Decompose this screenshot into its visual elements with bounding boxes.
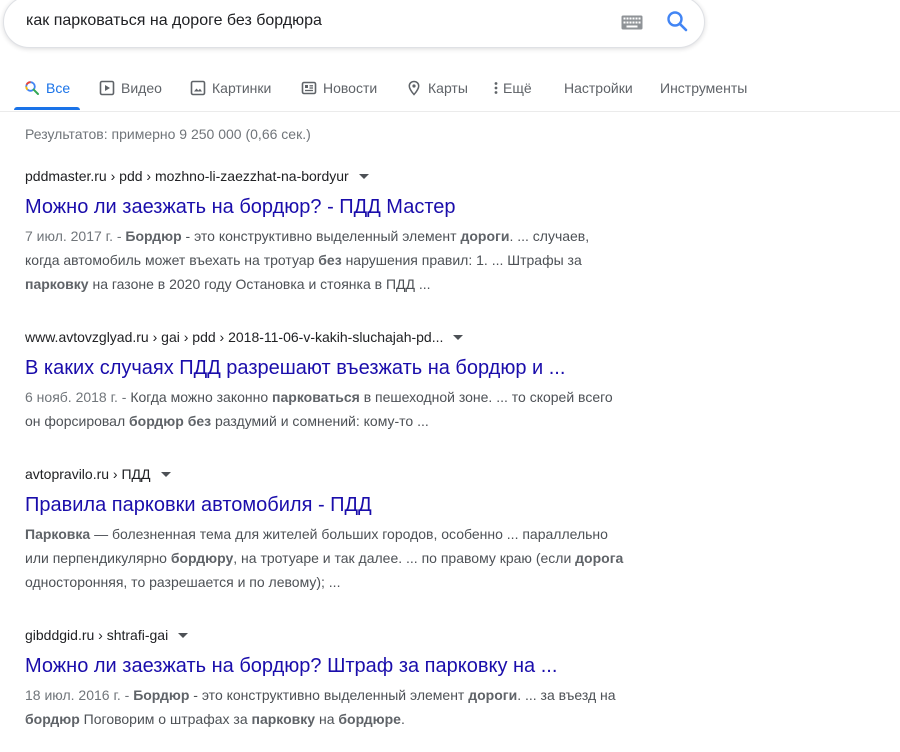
snippet-line: он форсировал бордюр без раздумий и сомн… bbox=[25, 409, 685, 433]
tab-label: Карты bbox=[428, 80, 468, 96]
tab-maps[interactable]: Карты bbox=[406, 74, 468, 102]
more-vert-icon bbox=[494, 82, 498, 94]
result-date: 6 нояб. 2018 г. - bbox=[25, 389, 131, 405]
result-url-text: avtopravilo.ru › ПДД bbox=[25, 466, 151, 482]
snippet-keyword: дорога bbox=[575, 550, 624, 566]
result-url-text: www.avtovzglyad.ru › gai › pdd › 2018-11… bbox=[25, 329, 444, 345]
result-date: 18 июл. 2016 г. - bbox=[25, 687, 134, 703]
snippet-line: парковку на газоне в 2020 году Остановка… bbox=[25, 272, 685, 296]
result-title-link[interactable]: Правила парковки автомобиля - ПДД bbox=[25, 492, 705, 518]
snippet-line: бордюр Поговорим о штрафах за парковку н… bbox=[25, 707, 685, 731]
tab-news[interactable]: Новости bbox=[301, 74, 377, 102]
snippet-text: нарушения правил: 1. ... Штрафы за bbox=[341, 252, 582, 268]
snippet-line: или перпендикулярно бордюру, на тротуаре… bbox=[25, 546, 685, 570]
snippet-text: на газоне в 2020 году Остановка и стоянк… bbox=[88, 276, 431, 292]
snippet-text: , на тротуаре и так далее. ... по правом… bbox=[233, 550, 576, 566]
snippet-text: - это конструктивно выделенный элемент bbox=[181, 228, 461, 244]
snippet-line: Парковка — болезненная тема для жителей … bbox=[25, 522, 685, 546]
result-title-link[interactable]: Можно ли заезжать на бордюр? - ПДД Масте… bbox=[25, 194, 705, 220]
chevron-down-icon[interactable] bbox=[453, 334, 464, 340]
snippet-keyword: парковку bbox=[251, 711, 316, 727]
result-snippet: 7 июл. 2017 г. - Бордюр - это конструкти… bbox=[25, 224, 685, 296]
snippet-text: или перпендикулярно bbox=[25, 550, 171, 566]
result-title-link[interactable]: Можно ли заезжать на бордюр? Штраф за па… bbox=[25, 653, 705, 679]
result-date: 7 июл. 2017 г. - bbox=[25, 228, 126, 244]
search-result: pddmaster.ru › pdd › mozhno-li-zaezzhat-… bbox=[25, 166, 705, 296]
snippet-keyword: бордюру bbox=[170, 550, 234, 566]
snippet-text: когда автомобиль может въехать на тротуа… bbox=[25, 252, 319, 268]
tab-images[interactable]: Картинки bbox=[190, 74, 271, 102]
result-snippet: 18 июл. 2016 г. - Бордюр - это конструкт… bbox=[25, 683, 685, 731]
snippet-text: Когда можно законно bbox=[130, 389, 273, 405]
snippet-line: 18 июл. 2016 г. - Бордюр - это конструкт… bbox=[25, 683, 685, 707]
tab-label: Все bbox=[46, 80, 71, 96]
snippet-text: в пешеходной зоне. ... то скорей всего bbox=[359, 389, 613, 405]
snippet-keyword: Бордюр bbox=[125, 228, 182, 244]
tab-label: Настройки bbox=[564, 80, 633, 96]
tab-label: Видео bbox=[121, 80, 162, 96]
snippet-text: . bbox=[400, 711, 405, 727]
snippet-line: односторонняя, то разрешается и по левом… bbox=[25, 570, 685, 594]
tab-label: Инструменты bbox=[660, 80, 748, 96]
snippet-keyword: парковаться bbox=[272, 389, 360, 405]
result-url[interactable]: www.avtovzglyad.ru › gai › pdd › 2018-11… bbox=[25, 327, 705, 347]
chevron-down-icon[interactable] bbox=[160, 471, 171, 477]
snippet-keyword: бордюр без bbox=[129, 413, 212, 429]
active-tab-indicator bbox=[14, 107, 80, 110]
snippet-text: на bbox=[315, 711, 339, 727]
result-snippet: 6 нояб. 2018 г. - Когда можно законно па… bbox=[25, 385, 685, 433]
snippet-keyword: бордюре bbox=[338, 711, 401, 727]
tab-label: Ещё bbox=[503, 80, 532, 96]
result-title-link[interactable]: В каких случаях ПДД разрешают въезжать н… bbox=[25, 355, 705, 381]
search-result: www.avtovzglyad.ru › gai › pdd › 2018-11… bbox=[25, 327, 705, 433]
chevron-down-icon[interactable] bbox=[358, 173, 369, 179]
snippet-keyword: бордюр bbox=[25, 711, 80, 727]
result-url-text: pddmaster.ru › pdd › mozhno-li-zaezzhat-… bbox=[25, 168, 349, 184]
snippet-text: односторонняя, то разрешается и по левом… bbox=[25, 574, 341, 590]
result-snippet: Парковка — болезненная тема для жителей … bbox=[25, 522, 685, 594]
search-box[interactable]: как парковаться на дороге без бордюра bbox=[3, 0, 705, 48]
snippet-text: он форсировал bbox=[25, 413, 130, 429]
search-icon[interactable] bbox=[665, 9, 689, 33]
snippet-line: 7 июл. 2017 г. - Бордюр - это конструкти… bbox=[25, 224, 685, 248]
tab-video[interactable]: Видео bbox=[99, 74, 162, 102]
keyboard-icon[interactable] bbox=[621, 15, 643, 30]
snippet-keyword: дороги bbox=[460, 228, 510, 244]
result-url[interactable]: avtopravilo.ru › ПДД bbox=[25, 464, 705, 484]
search-tabs: Все Видео Картинки Новости Карты Ещё Нас… bbox=[0, 62, 900, 112]
search-result: gibddgid.ru › shtrafi-gai Можно ли заезж… bbox=[25, 625, 705, 731]
snippet-text: . ... за въезд на bbox=[517, 687, 616, 703]
snippet-keyword: без bbox=[318, 252, 342, 268]
snippet-keyword: Парковка bbox=[25, 526, 91, 542]
result-url[interactable]: gibddgid.ru › shtrafi-gai bbox=[25, 625, 705, 645]
map-pin-icon bbox=[408, 80, 420, 96]
snippet-text: . ... случаев, bbox=[509, 228, 590, 244]
result-url-text: gibddgid.ru › shtrafi-gai bbox=[25, 627, 169, 643]
search-input[interactable]: как парковаться на дороге без бордюра bbox=[26, 12, 322, 30]
video-icon bbox=[99, 80, 115, 96]
snippet-keyword: Бордюр bbox=[133, 687, 190, 703]
tab-settings[interactable]: Настройки bbox=[564, 74, 633, 102]
snippet-line: когда автомобиль может въехать на тротуа… bbox=[25, 248, 685, 272]
search-icon bbox=[25, 81, 39, 95]
result-url[interactable]: pddmaster.ru › pdd › mozhno-li-zaezzhat-… bbox=[25, 166, 705, 186]
snippet-text: - это конструктивно выделенный элемент bbox=[189, 687, 469, 703]
snippet-line: 6 нояб. 2018 г. - Когда можно законно па… bbox=[25, 385, 685, 409]
tab-tools[interactable]: Инструменты bbox=[660, 74, 747, 102]
snippet-keyword: парковку bbox=[25, 276, 89, 292]
news-icon bbox=[301, 81, 317, 95]
snippet-keyword: дороги bbox=[468, 687, 518, 703]
tab-label: Новости bbox=[323, 80, 378, 96]
tab-more[interactable]: Ещё bbox=[492, 74, 532, 102]
chevron-down-icon[interactable] bbox=[178, 632, 189, 638]
snippet-text: Поговорим о штрафах за bbox=[79, 711, 252, 727]
search-result: avtopravilo.ru › ПДД Правила парковки ав… bbox=[25, 464, 705, 594]
snippet-text: раздумий и сомнений: кому-то ... bbox=[211, 413, 429, 429]
image-icon bbox=[190, 80, 206, 96]
result-stats: Результатов: примерно 9 250 000 (0,66 се… bbox=[25, 126, 311, 142]
snippet-text: — болезненная тема для жителей больших г… bbox=[90, 526, 608, 542]
tab-label: Картинки bbox=[212, 80, 272, 96]
tab-all[interactable]: Все bbox=[24, 74, 70, 102]
